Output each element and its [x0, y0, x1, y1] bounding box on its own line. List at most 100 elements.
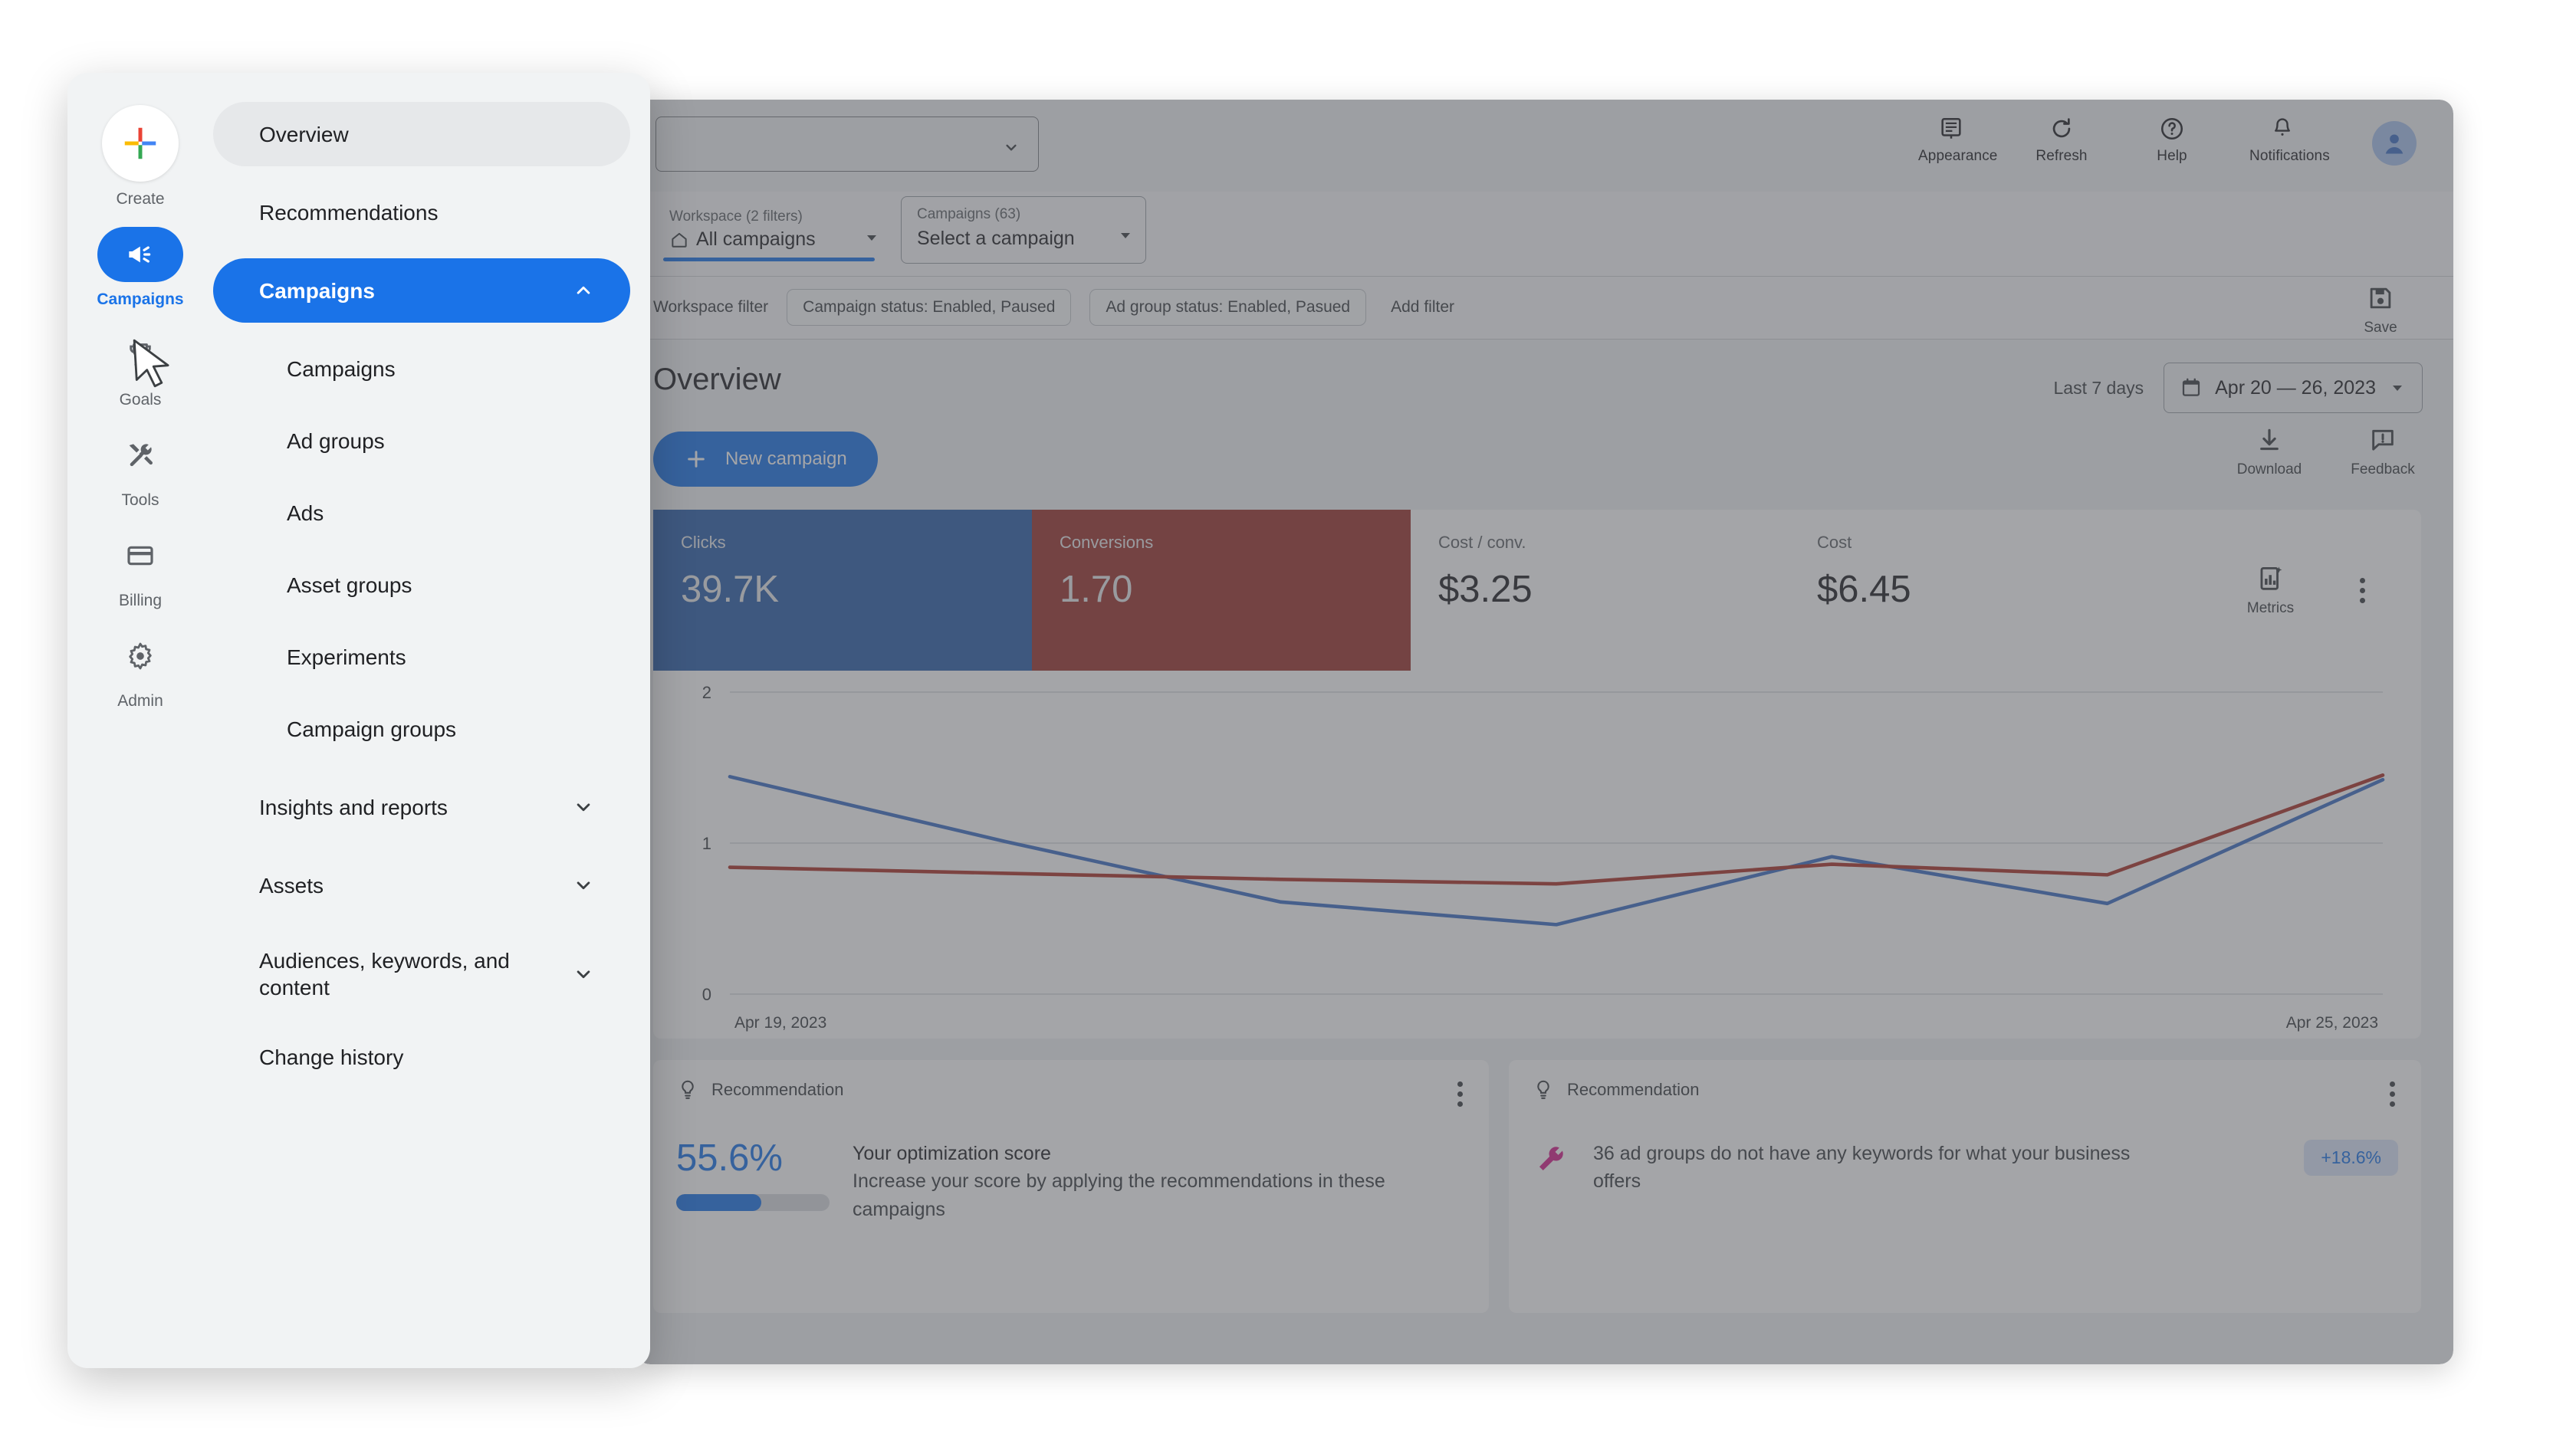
date-preset-label: Last 7 days	[2053, 377, 2144, 398]
nav-menu-item-campaigns[interactable]: Campaigns	[213, 258, 630, 323]
nav-menu-item-campaigns-sub[interactable]: Campaigns	[213, 336, 630, 401]
metric-label: Clicks	[681, 533, 726, 552]
workspace-value: All campaigns	[696, 228, 816, 250]
feedback-icon	[2372, 429, 2394, 451]
nav-menu-item-assets[interactable]: Assets	[213, 853, 630, 917]
metric-tiles: Clicks 39.7K Conversions 1.70 Cost / con…	[653, 510, 2421, 671]
content-actions: Download Feedback	[2231, 425, 2421, 478]
appearance-button[interactable]: Appearance	[1918, 113, 1997, 163]
metrics-button[interactable]: Metrics	[2225, 564, 2317, 617]
workspace-active-underline	[663, 258, 875, 261]
metric-value: 1.70	[1060, 569, 1133, 610]
metric-tile-cost[interactable]: Cost $6.45	[1789, 510, 2168, 671]
nav-rail-label: Create	[116, 190, 165, 208]
nav-menu-item-insights-and-reports[interactable]: Insights and reports	[213, 775, 630, 839]
save-button[interactable]: Save	[2348, 284, 2413, 336]
recommendation-body: 36 ad groups do not have any keywords fo…	[1593, 1143, 2131, 1193]
recommendation-text: Your optimization score Increase your sc…	[853, 1140, 1405, 1223]
workspace-filter-label: Workspace filter	[653, 298, 769, 316]
metric-label: Cost	[1817, 533, 1852, 552]
credit-card-icon	[97, 528, 183, 583]
refresh-icon	[2029, 113, 2095, 144]
feedback-button[interactable]: Feedback	[2344, 425, 2421, 478]
metric-tile-cost-per-conv[interactable]: Cost / conv. $3.25	[1411, 510, 1789, 671]
add-filter-button[interactable]: Add filter	[1388, 289, 1457, 326]
workspace-caret-icon[interactable]	[863, 228, 881, 247]
new-campaign-button[interactable]: New campaign	[653, 432, 878, 487]
help-button[interactable]: Help	[2139, 113, 2205, 163]
svg-text:1: 1	[702, 834, 711, 853]
top-icon-group: Appearance Refresh Help Notifications	[1918, 113, 2330, 163]
refresh-button[interactable]: Refresh	[2029, 113, 2095, 163]
nav-menu: Overview Recommendations Campaigns Campa…	[213, 73, 650, 1368]
nav-menu-item-ad-groups[interactable]: Ad groups	[213, 409, 630, 473]
filter-chip-campaign-status[interactable]: Campaign status: Enabled, Paused	[787, 289, 1072, 326]
lightbulb-icon	[1537, 1080, 1549, 1099]
feedback-label: Feedback	[2351, 461, 2415, 478]
chart-overflow-menu-button[interactable]	[2359, 577, 2365, 603]
campaign-caret-icon[interactable]	[1116, 226, 1135, 244]
metric-tile-conversions[interactable]: Conversions 1.70	[1032, 510, 1411, 671]
nav-menu-label: Audiences, keywords, and content	[259, 949, 510, 999]
help-icon	[2139, 113, 2205, 144]
nav-rail-item-billing[interactable]: Billing	[67, 528, 213, 609]
metrics-label: Metrics	[2246, 599, 2295, 616]
campaigns-caption: Campaigns (63)	[917, 206, 1021, 222]
date-range-value: Apr 20 — 26, 2023	[2215, 376, 2376, 399]
recommendation-overflow-menu-button[interactable]	[2390, 1081, 2395, 1107]
nav-menu-label: Asset groups	[287, 573, 412, 597]
workspace-selector[interactable]: Workspace (2 filters) All campaigns	[656, 202, 886, 261]
nav-rail-item-admin[interactable]: Admin	[67, 628, 213, 709]
nav-menu-item-campaign-groups[interactable]: Campaign groups	[213, 697, 630, 761]
nav-menu-item-asset-groups[interactable]: Asset groups	[213, 553, 630, 617]
page-title: Overview	[653, 363, 781, 396]
recommendation-card-keywords[interactable]: Recommendation 36 ad groups do not have …	[1509, 1060, 2421, 1313]
nav-rail-label: Campaigns	[97, 290, 184, 308]
chevron-down-icon	[577, 970, 590, 979]
nav-menu-item-recommendations[interactable]: Recommendations	[213, 180, 630, 244]
nav-rail-label: Tools	[121, 491, 159, 509]
chevron-down-icon	[577, 881, 590, 890]
avatar[interactable]	[2372, 121, 2417, 166]
recommendation-overflow-menu-button[interactable]	[1457, 1081, 1463, 1107]
nav-menu-item-overview[interactable]: Overview	[213, 102, 630, 166]
metric-tools: Metrics	[2168, 510, 2421, 671]
mouse-cursor	[133, 339, 169, 388]
new-campaign-label: New campaign	[725, 448, 847, 469]
nav-menu-item-change-history[interactable]: Change history	[213, 1025, 630, 1089]
nav-menu-label: Campaign groups	[287, 717, 457, 741]
workspace-caption: Workspace (2 filters)	[669, 208, 803, 225]
nav-menu-item-audiences-keywords-content[interactable]: Audiences, keywords, and content	[213, 931, 630, 1017]
megaphone-icon	[97, 227, 183, 282]
svg-text:Apr 25, 2023: Apr 25, 2023	[2286, 1014, 2378, 1032]
recommendation-card-optimization-score[interactable]: Recommendation 55.6% Your optimization s…	[653, 1060, 1489, 1313]
plus-icon	[688, 451, 705, 468]
nav-rail-item-tools[interactable]: Tools	[67, 428, 213, 508]
refresh-label: Refresh	[2036, 148, 2088, 164]
nav-rail: Create Campaigns Goals Tools Billing Adm…	[67, 73, 213, 1368]
metric-tile-clicks[interactable]: Clicks 39.7K	[653, 510, 1032, 671]
download-button[interactable]: Download	[2231, 425, 2308, 478]
appearance-icon	[1918, 113, 1984, 144]
metric-value: $6.45	[1817, 569, 1911, 610]
date-range-button[interactable]: Apr 20 — 26, 2023	[2164, 363, 2423, 413]
nav-menu-item-ads[interactable]: Ads	[213, 481, 630, 545]
nav-menu-label: Recommendations	[259, 200, 439, 225]
nav-rail-item-create[interactable]: Create	[67, 105, 213, 207]
nav-rail-item-campaigns[interactable]: Campaigns	[67, 227, 213, 307]
notifications-button[interactable]: Notifications	[2249, 113, 2330, 163]
metric-label: Cost / conv.	[1438, 533, 1526, 552]
svg-text:0: 0	[702, 985, 711, 1004]
filter-chip-adgroup-status[interactable]: Ad group status: Enabled, Pasued	[1089, 289, 1367, 326]
performance-chart: 0 1 2 Apr 19, 2023 Apr 25, 2023	[653, 671, 2421, 1039]
ads-app-window: Appearance Refresh Help Notifications Wo…	[636, 100, 2453, 1364]
account-selector[interactable]	[656, 117, 1039, 172]
campaign-selector[interactable]: Campaigns (63) Select a campaign	[901, 196, 1146, 264]
home-icon	[672, 232, 687, 248]
nav-menu-item-experiments[interactable]: Experiments	[213, 625, 630, 689]
chart-canvas: 0 1 2 Apr 19, 2023 Apr 25, 2023	[702, 683, 2385, 1032]
recommendation-text: 36 ad groups do not have any keywords fo…	[1593, 1140, 2145, 1196]
performance-card: Clicks 39.7K Conversions 1.70 Cost / con…	[653, 510, 2421, 1039]
recommendation-header-label: Recommendation	[711, 1080, 844, 1099]
keyword-wrench-icon	[1532, 1140, 1570, 1178]
